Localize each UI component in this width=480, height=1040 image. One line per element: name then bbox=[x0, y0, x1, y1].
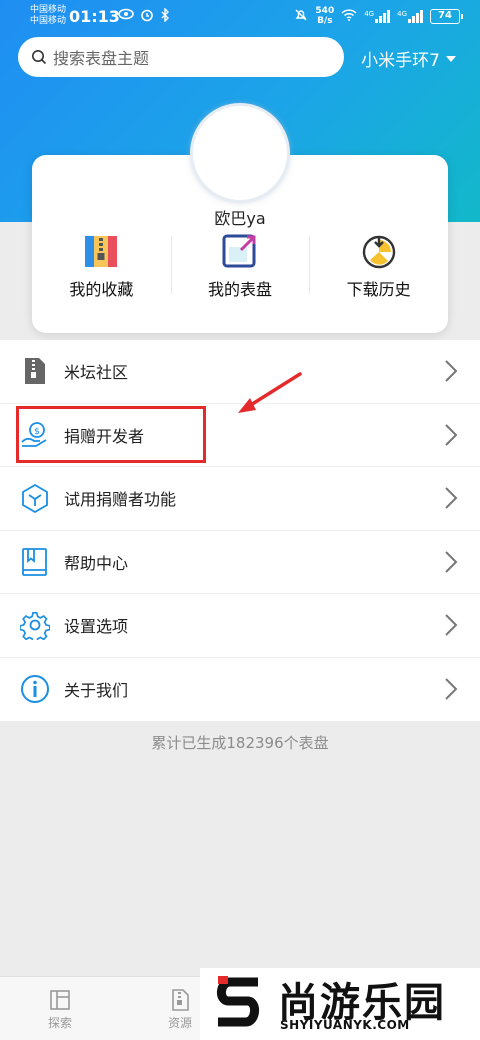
username: 欧巴ya bbox=[214, 209, 266, 228]
my-favorites-label: 我的收藏 bbox=[69, 280, 134, 299]
nav-explore[interactable]: 探索 bbox=[35, 989, 85, 1031]
zip-icon bbox=[25, 358, 45, 385]
alarm-icon bbox=[140, 8, 154, 26]
net-speed: 540 B/s bbox=[315, 6, 334, 26]
my-watchfaces-label: 我的表盘 bbox=[208, 280, 273, 299]
info-icon bbox=[21, 675, 49, 704]
menu-label-settings: 设置选项 bbox=[64, 617, 129, 637]
status-icons bbox=[118, 7, 170, 26]
net-speed-value: 540 bbox=[315, 6, 335, 16]
cube-icon bbox=[22, 484, 48, 514]
download-history-label: 下载历史 bbox=[346, 280, 411, 299]
menu-item-help[interactable]: 帮助中心 bbox=[0, 531, 480, 594]
mute-icon bbox=[294, 8, 308, 25]
highlight-box bbox=[16, 406, 206, 463]
menu-item-settings[interactable]: 设置选项 bbox=[0, 594, 480, 658]
menu-item-about[interactable]: 关于我们 bbox=[0, 658, 480, 722]
menu-label-help: 帮助中心 bbox=[64, 553, 129, 573]
signal-1-icon: 4G bbox=[364, 9, 391, 23]
signal-2-label: 4G bbox=[397, 9, 407, 18]
resource-icon bbox=[172, 989, 189, 1011]
net-speed-unit: B/s bbox=[317, 16, 333, 26]
signal-1-label: 4G bbox=[364, 9, 375, 18]
carrier-2: 中国移动 bbox=[30, 16, 67, 26]
carrier-1: 中国移动 bbox=[30, 5, 67, 15]
nav-resources[interactable]: 资源 bbox=[155, 989, 205, 1031]
gear-icon bbox=[20, 612, 50, 641]
chevron-right-icon bbox=[445, 551, 458, 573]
status-bar: 中国移动 中国移动 01:13 540 B/s 4G 4G 74 bbox=[0, 0, 480, 34]
archive-icon bbox=[85, 236, 118, 267]
chevron-right-icon bbox=[445, 360, 458, 382]
chevron-right-icon bbox=[445, 614, 458, 636]
stats-text: 累计已生成182396个表盘 bbox=[151, 734, 329, 752]
signal-2-icon: 4G bbox=[397, 9, 423, 23]
nav-explore-label: 探索 bbox=[47, 1016, 72, 1030]
history-icon bbox=[362, 235, 395, 269]
explore-icon bbox=[50, 990, 70, 1010]
carrier-labels: 中国移动 中国移动 bbox=[30, 5, 66, 27]
nav-resources-label: 资源 bbox=[167, 1016, 192, 1030]
menu-item-trial[interactable]: 试用捐赠者功能 bbox=[0, 467, 480, 531]
chevron-right-icon bbox=[445, 424, 458, 446]
menu-label-community: 米坛社区 bbox=[64, 363, 129, 383]
my-watchfaces-button[interactable]: 我的表盘 bbox=[170, 232, 310, 302]
watchface-icon bbox=[222, 234, 256, 268]
watermark-subtitle: SHYIYUANYK.COM bbox=[280, 1018, 410, 1032]
chevron-right-icon bbox=[445, 487, 458, 509]
chevron-down-icon bbox=[446, 55, 456, 62]
watermark-logo bbox=[217, 976, 259, 1027]
menu-label-trial: 试用捐赠者功能 bbox=[64, 490, 177, 510]
wifi-icon bbox=[341, 8, 357, 24]
search-icon bbox=[32, 50, 47, 65]
bluetooth-icon bbox=[160, 7, 170, 26]
search-placeholder: 搜索表盘主题 bbox=[53, 49, 150, 68]
my-favorites-button[interactable]: 我的收藏 bbox=[32, 232, 171, 302]
battery-indicator: 74 bbox=[430, 8, 463, 24]
book-icon bbox=[22, 547, 47, 576]
annotation-arrow-icon bbox=[238, 372, 302, 413]
device-name: 小米手环7 bbox=[361, 51, 440, 71]
profile-actions: 我的收藏 我的表盘 下载历史 bbox=[32, 232, 448, 302]
watermark: 尚游乐园 SHYIYUANYK.COM bbox=[200, 968, 480, 1040]
avatar[interactable] bbox=[190, 103, 290, 203]
eye-icon bbox=[118, 8, 134, 26]
status-right: 540 B/s 4G 4G 74 bbox=[294, 6, 463, 26]
device-selector[interactable]: 小米手环7 bbox=[361, 46, 456, 71]
status-time: 01:13 bbox=[69, 7, 120, 26]
search-input[interactable]: 搜索表盘主题 bbox=[18, 37, 344, 77]
chevron-right-icon bbox=[445, 678, 458, 700]
menu-label-about: 关于我们 bbox=[64, 681, 129, 701]
download-history-button[interactable]: 下载历史 bbox=[309, 232, 448, 302]
